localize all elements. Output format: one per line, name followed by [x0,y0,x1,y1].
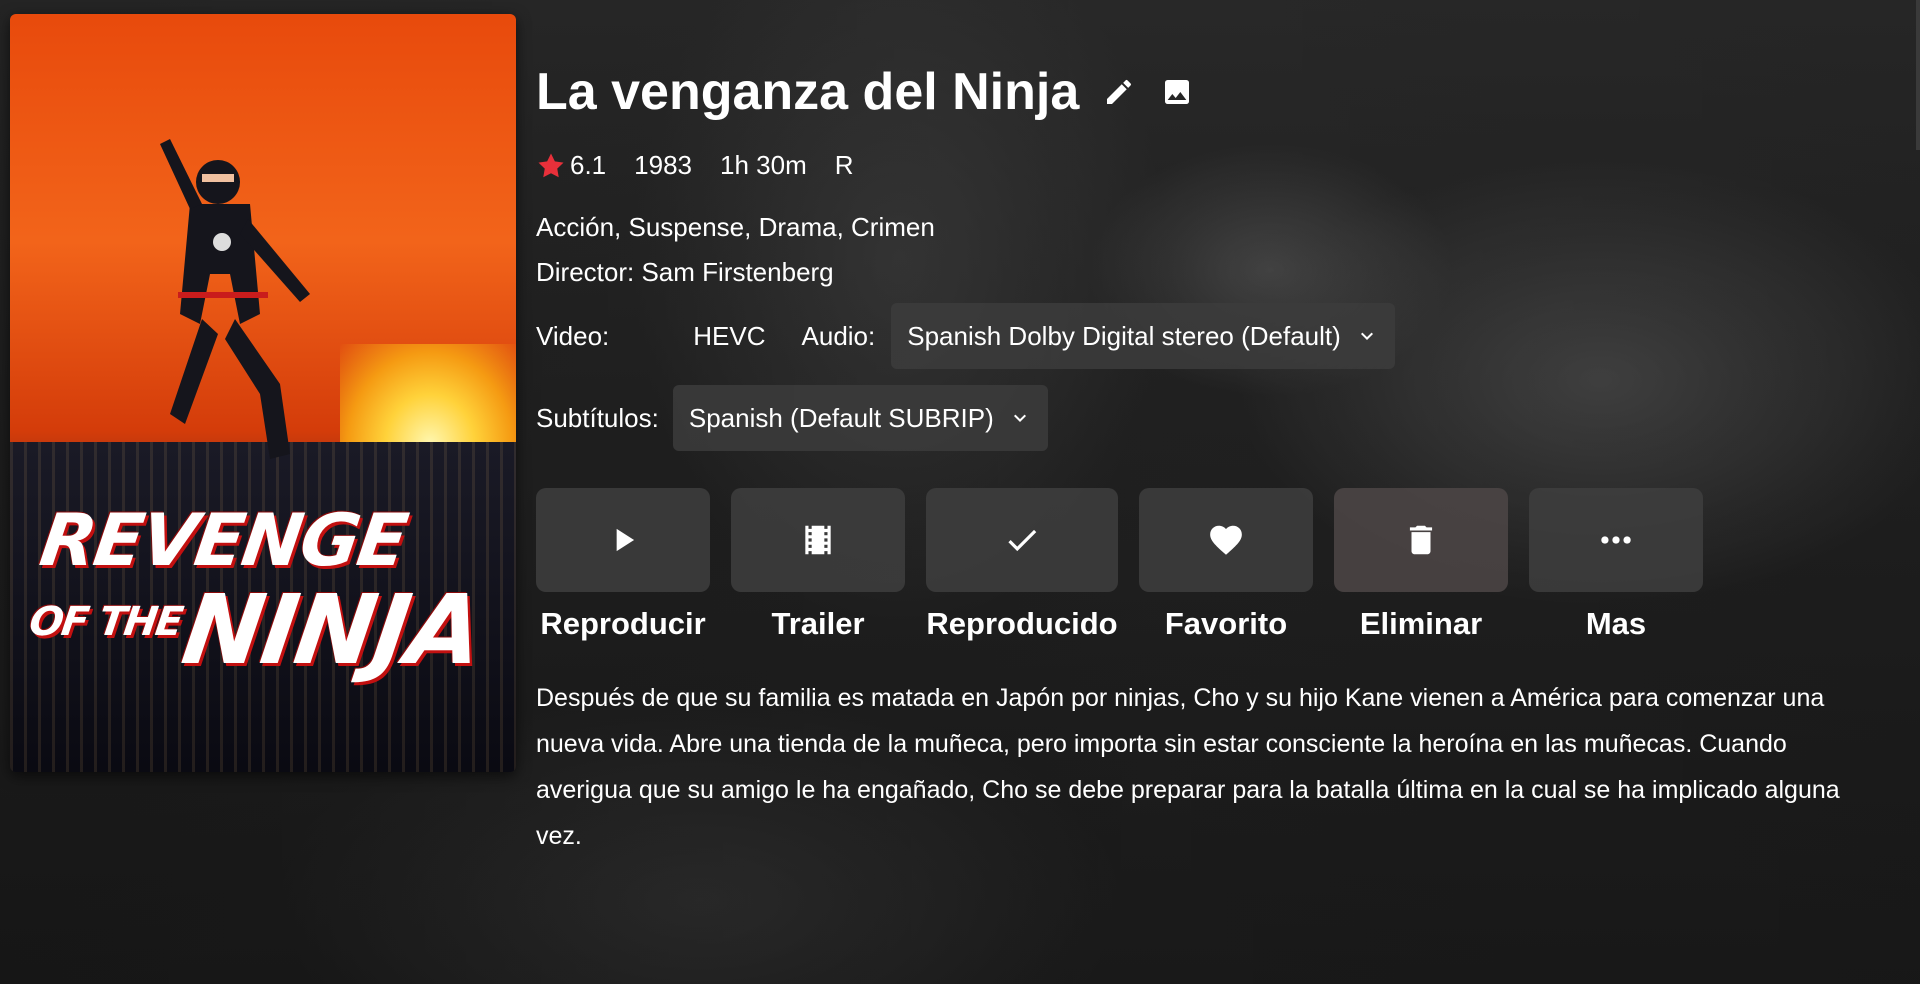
trailer-label: Trailer [771,606,865,641]
scrollbar[interactable] [1916,0,1920,150]
favorite-button[interactable]: Favorito [1139,488,1313,642]
community-rating: 6.1 [570,150,607,180]
title-row: La venganza del Ninja [536,62,1193,122]
meta-row: 6.1 1983 1h 30m R [536,150,882,181]
overview-text: Después de que su familia es matada en J… [536,684,1840,850]
play-button-tile[interactable] [536,488,710,592]
more-button[interactable]: Mas [1529,488,1703,642]
played-button[interactable]: Reproducido [926,488,1118,642]
more-label: Mas [1585,606,1647,641]
played-label: Reproducido [926,606,1118,641]
play-icon [616,528,635,552]
heart-icon [1210,525,1242,555]
image-icon[interactable] [1161,76,1193,108]
pencil-icon[interactable] [1103,76,1135,108]
release-year: 1983 [634,150,692,180]
video-codec: HEVC [693,320,766,351]
action-buttons: Reproducir Trailer Reproducido Favorito … [536,488,1703,642]
film-icon [805,525,831,555]
played-button-tile[interactable] [926,488,1118,592]
subtitles-row: Subtítulos: Spanish (Default SUBRIP) [536,385,1048,451]
video-audio-row: Video: HEVC Audio: Spanish Dolby Digital… [536,303,1395,369]
chevron-down-icon [1013,414,1026,422]
delete-button[interactable]: Eliminar [1334,488,1508,642]
audio-track-select[interactable]: Spanish Dolby Digital stereo (Default) [891,303,1395,369]
genres: Acción, Suspense, Drama, Crimen [536,212,935,242]
favorite-button-tile[interactable] [1139,488,1313,592]
runtime: 1h 30m [720,150,807,180]
trailer-button[interactable]: Trailer [731,488,905,642]
favorite-label: Favorito [1164,606,1288,641]
audio-track-value: Spanish Dolby Digital stereo (Default) [907,320,1341,351]
subtitles-label: Subtítulos: [536,402,659,433]
poster-title-art: REVENGE OF THENINJA [22,498,506,686]
poster-title-line2: OF THENINJA [22,574,495,686]
chevron-down-icon [1360,332,1373,340]
official-rating: R [834,150,854,180]
poster-title-ninja: NINJA [175,574,489,686]
audio-label: Audio: [801,320,876,351]
poster-title-line1: REVENGE [35,498,412,582]
check-icon [1008,529,1037,552]
delete-button-tile[interactable] [1334,488,1508,592]
trailer-button-tile[interactable] [731,488,905,592]
movie-poster[interactable]: REVENGE OF THENINJA [10,14,516,772]
subtitles-value: Spanish (Default SUBRIP) [688,402,994,433]
play-button[interactable]: Reproducir [536,488,710,642]
subtitles-select[interactable]: Spanish (Default SUBRIP) [672,385,1048,451]
poster-title-of-the: OF THE [26,599,185,645]
director: Director: Sam Firstenberg [536,257,834,287]
video-label: Video: [536,320,610,351]
trash-icon [1409,525,1433,555]
more-dots-icon [1601,536,1631,544]
play-label: Reproducir [540,606,706,641]
poster-ninja-figure [160,139,310,459]
movie-title: La venganza del Ninja [536,63,1080,121]
star-icon [538,153,564,177]
more-button-tile[interactable] [1529,488,1703,592]
delete-label: Eliminar [1359,606,1483,641]
